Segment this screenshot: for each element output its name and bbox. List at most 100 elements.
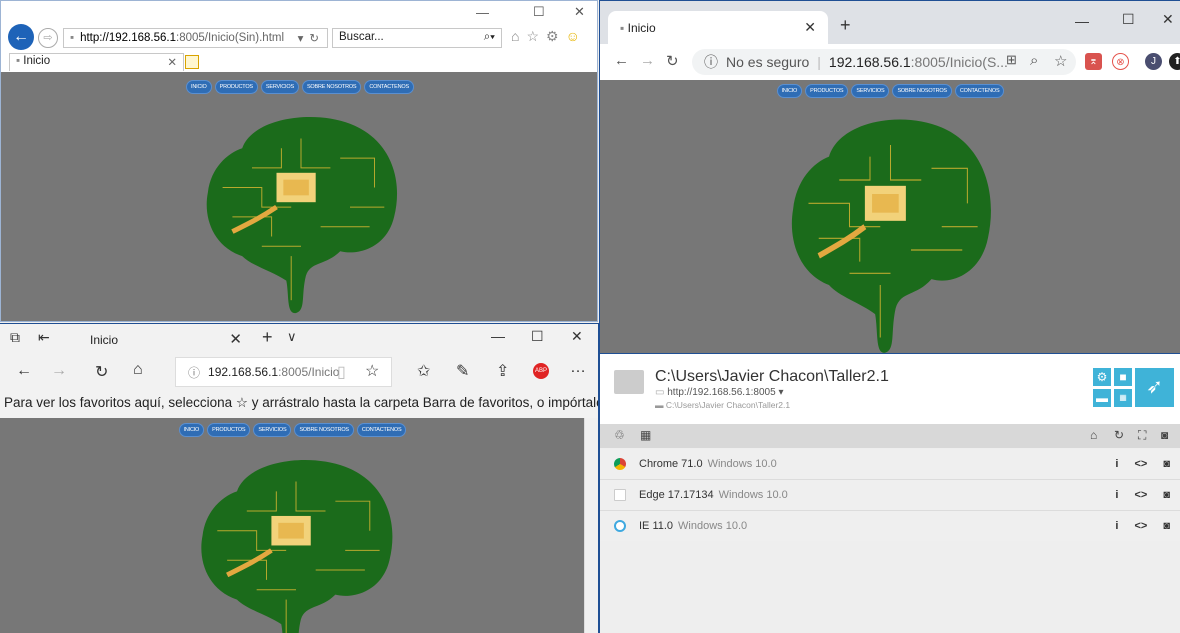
search-icon[interactable]: ⌕▾: [484, 31, 495, 44]
close-button[interactable]: ✕: [571, 328, 583, 345]
nav-inicio[interactable]: INICIO: [186, 80, 212, 94]
favorites-hub-icon[interactable]: ✩: [417, 361, 430, 381]
nav-contactenos[interactable]: CONTACTENOS: [356, 423, 407, 437]
refresh-button[interactable]: ↻: [95, 362, 108, 382]
web-note-icon[interactable]: ✎: [456, 361, 469, 381]
smiley-icon[interactable]: ☺: [566, 28, 580, 45]
dropdown-icon[interactable]: ▾: [298, 31, 304, 45]
launch-button[interactable]: ➶: [1135, 368, 1174, 407]
nav-sobre-nosotros[interactable]: SOBRE NOSOTROS: [294, 423, 354, 437]
minimize-button[interactable]: —: [491, 328, 505, 344]
bookmark-star-icon[interactable]: ☆: [1054, 52, 1067, 70]
address-bar[interactable]: ⓘ 192.168.56.1:8005/Inicio: [175, 357, 392, 387]
tab-preview-icon[interactable]: ∨: [287, 329, 297, 345]
nav-inicio[interactable]: INICIO: [178, 423, 205, 437]
qr-button[interactable]: ▦: [1114, 389, 1132, 407]
reading-view-icon[interactable]: ▯: [337, 362, 346, 382]
favorite-star-icon[interactable]: ☆: [365, 361, 379, 381]
new-tab-button[interactable]: +: [840, 15, 851, 36]
home-icon[interactable]: ⌂: [1090, 428, 1097, 442]
home-icon[interactable]: ⌂: [511, 28, 519, 45]
tab-inicio[interactable]: Inicio ✕: [75, 324, 250, 354]
close-button[interactable]: ✕: [574, 4, 585, 20]
back-button[interactable]: ←: [614, 52, 629, 69]
chevron-down-icon[interactable]: ▾: [778, 387, 783, 398]
forward-button[interactable]: ⇨: [38, 28, 58, 48]
profile-avatar[interactable]: J: [1145, 53, 1162, 70]
back-button[interactable]: ←: [16, 362, 32, 380]
info-icon[interactable]: i: [1115, 489, 1118, 501]
gear-icon[interactable]: ⚙: [546, 28, 559, 45]
close-tab-icon[interactable]: ✕: [167, 55, 177, 69]
set-aside-tabs-icon[interactable]: ⇤: [38, 329, 50, 346]
tab-inicio[interactable]: ▪ Inicio ✕: [9, 53, 184, 71]
maximize-button[interactable]: ☐: [1122, 11, 1135, 28]
refresh-icon[interactable]: ↻: [1114, 428, 1124, 442]
back-button[interactable]: ←: [8, 24, 34, 50]
maximize-button[interactable]: ☐: [533, 4, 545, 20]
nav-productos[interactable]: PRODUCTOS: [207, 423, 251, 437]
new-tab-button[interactable]: [185, 55, 199, 69]
nav-productos[interactable]: PRODUCTOS: [214, 80, 258, 94]
pdf-extension-icon[interactable]: ⌆: [1085, 53, 1102, 70]
minimize-button[interactable]: —: [476, 5, 489, 20]
code-icon[interactable]: <>: [1134, 520, 1147, 532]
info-icon[interactable]: ⓘ: [704, 52, 718, 72]
new-tab-button[interactable]: +: [262, 327, 273, 348]
reload-button[interactable]: ↻: [666, 52, 679, 70]
forward-button[interactable]: →: [51, 362, 67, 380]
address-path: :8005/Inicio: [278, 365, 340, 379]
close-button[interactable]: ✕: [1162, 11, 1174, 28]
window-button[interactable]: ▬: [1093, 389, 1111, 407]
star-icon[interactable]: ☆: [526, 28, 539, 45]
menu-icon[interactable]: ⬆: [1169, 53, 1180, 70]
close-tab-icon[interactable]: ✕: [804, 19, 816, 36]
info-icon[interactable]: i: [1115, 458, 1118, 470]
camera-icon[interactable]: ◙: [1161, 428, 1168, 442]
close-tab-icon[interactable]: ✕: [229, 330, 242, 348]
omnibox[interactable]: ⓘ No es seguro | 192.168.56.1:8005/Inici…: [692, 49, 1076, 75]
nav-servicios[interactable]: SERVICIOS: [253, 423, 292, 437]
tab-inicio[interactable]: ▪ Inicio ✕: [608, 11, 828, 44]
project-url[interactable]: ▭ http://192.168.56.1:8005 ▾: [655, 387, 783, 398]
nav-productos[interactable]: PRODUCTOS: [805, 84, 849, 98]
sync-icon[interactable]: ♲: [614, 428, 625, 442]
search-input[interactable]: Buscar... ⌕▾: [332, 28, 502, 48]
zoom-icon[interactable]: ⌕: [1030, 52, 1038, 69]
translate-icon[interactable]: ⊞: [1006, 52, 1017, 68]
nav-contactenos[interactable]: CONTACTENOS: [954, 84, 1005, 98]
camera-icon[interactable]: ◙: [1163, 489, 1170, 501]
nav-servicios[interactable]: SERVICIOS: [260, 80, 299, 94]
settings-button[interactable]: ⚙: [1093, 368, 1111, 386]
refresh-icon[interactable]: ↻: [309, 31, 319, 45]
nav-servicios[interactable]: SERVICIOS: [851, 84, 890, 98]
share-icon[interactable]: ⇪: [496, 361, 509, 381]
adblock-icon[interactable]: ABP: [533, 363, 549, 379]
nav-inicio[interactable]: INICIO: [776, 84, 803, 98]
address-bar[interactable]: ▪ http://192.168.56.1:8005/Inicio(Sin).h…: [63, 28, 328, 48]
code-icon[interactable]: <>: [1134, 458, 1147, 470]
scrollbar[interactable]: [584, 418, 598, 633]
code-icon[interactable]: <>: [1134, 489, 1147, 501]
camera-icon[interactable]: ◙: [1163, 520, 1170, 532]
maximize-button[interactable]: ☐: [531, 328, 544, 345]
info-icon[interactable]: i: [1115, 520, 1118, 532]
browser-row-chrome[interactable]: Chrome 71.0 Windows 10.0 i <> ◙: [600, 449, 1180, 480]
browser-row-ie[interactable]: IE 11.0 Windows 10.0 i <> ◙: [600, 511, 1180, 542]
block-extension-icon[interactable]: ⊗: [1112, 53, 1129, 70]
tab-actions-icon[interactable]: ⧉: [10, 329, 20, 346]
home-button[interactable]: ⌂: [133, 361, 143, 379]
browser-row-edge[interactable]: Edge 17.17134 Windows 10.0 i <> ◙: [600, 480, 1180, 511]
nav-contactenos[interactable]: CONTACTENOS: [364, 80, 414, 94]
camera-icon[interactable]: ◙: [1163, 458, 1170, 470]
page-icon: ▪: [16, 55, 21, 67]
stop-button[interactable]: ■: [1114, 368, 1132, 386]
forward-button[interactable]: →: [640, 52, 655, 69]
grid-icon[interactable]: ▦: [640, 428, 651, 442]
nav-sobre-nosotros[interactable]: SOBRE NOSOTROS: [892, 84, 952, 98]
nav-sobre-nosotros[interactable]: SOBRE NOSOTROS: [301, 80, 362, 94]
minimize-button[interactable]: —: [1075, 13, 1089, 29]
fullscreen-icon[interactable]: ⛶: [1138, 428, 1146, 443]
browser-os: Windows 10.0: [707, 458, 777, 470]
more-icon[interactable]: …: [570, 359, 586, 377]
